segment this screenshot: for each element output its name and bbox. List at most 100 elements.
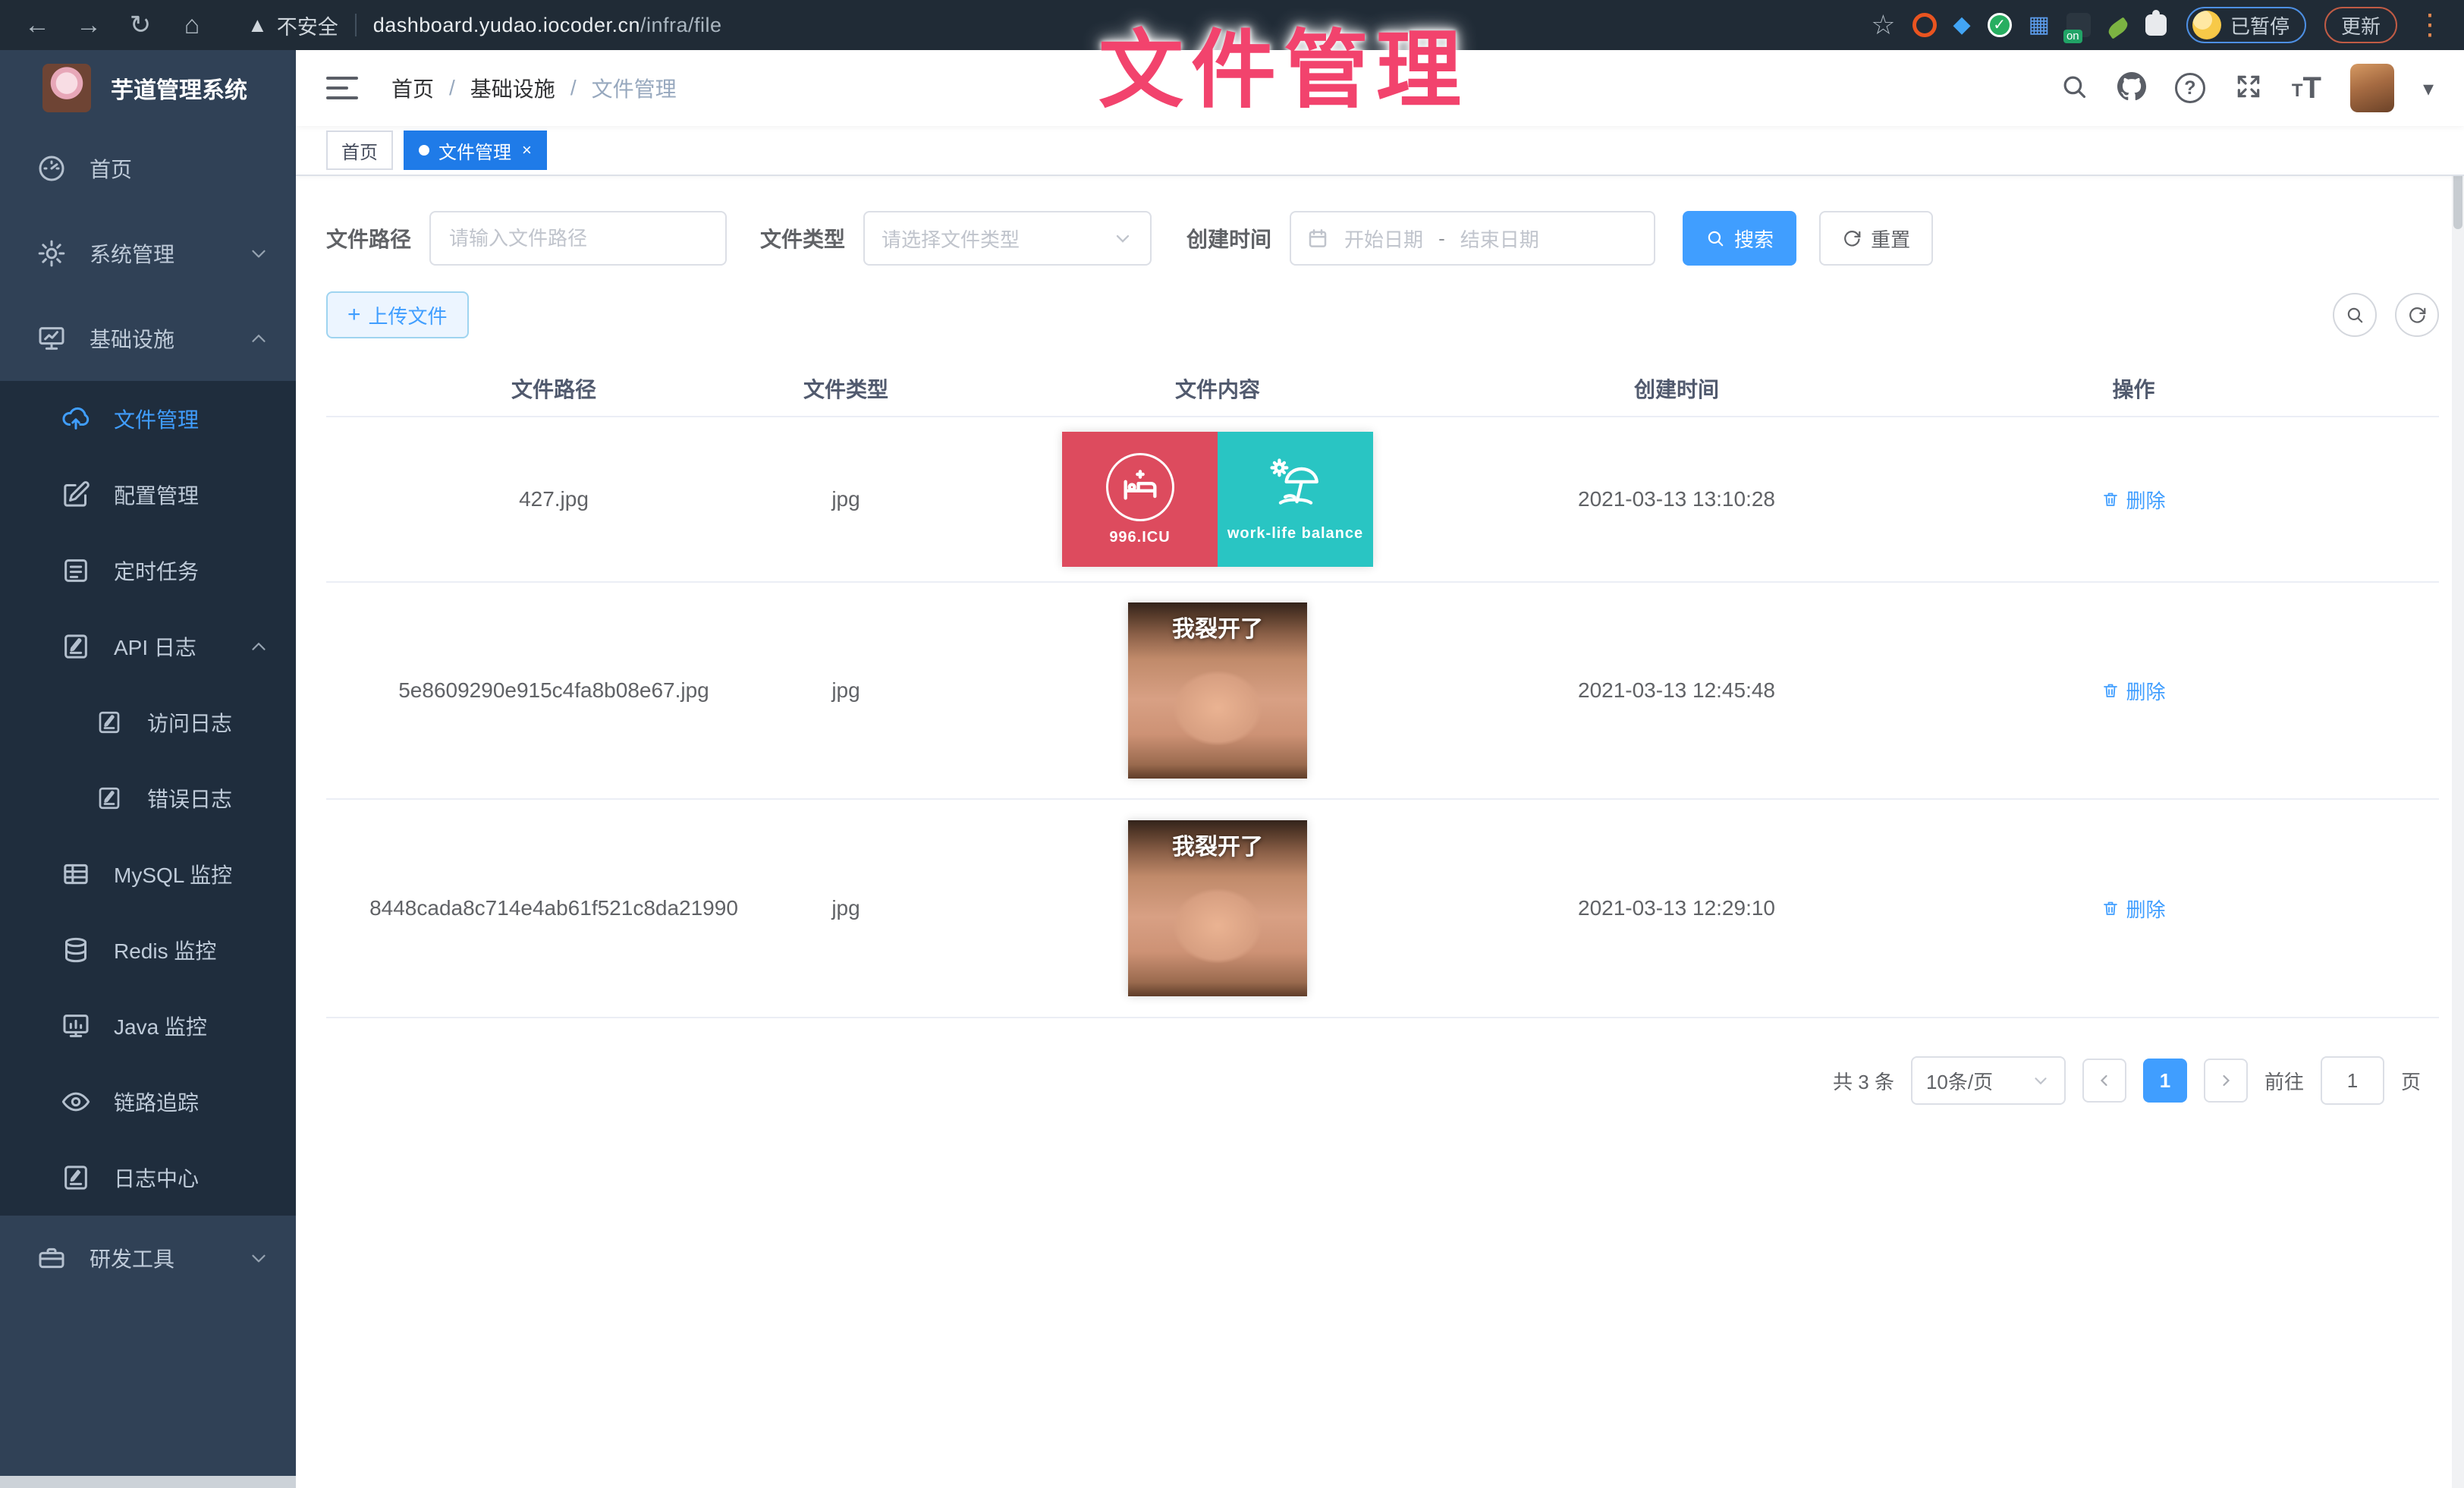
font-size-icon[interactable]: TT	[2292, 71, 2321, 105]
user-menu-caret-icon[interactable]: ▾	[2423, 76, 2434, 101]
pagination: 共 3 条 10条/页 1	[326, 1056, 2439, 1105]
extension-grid-icon[interactable]: ▦	[2029, 13, 2050, 37]
address-bar[interactable]: dashboard.yudao.iocoder.cn/infra/file	[373, 14, 722, 37]
cell-file-path: 427.jpg	[326, 487, 781, 511]
sidebar-item-label: 错误日志	[147, 783, 232, 813]
site-security-chip[interactable]: ▲ 不安全	[247, 11, 338, 40]
sidebar-item-API 日志[interactable]: API 日志	[0, 609, 296, 684]
extensions-row: ◆ ✓ ▦	[1912, 13, 2167, 37]
reset-button[interactable]: 重置	[1819, 211, 1933, 266]
prev-page-button[interactable]	[2082, 1059, 2126, 1103]
upload-file-button[interactable]: + 上传文件	[326, 291, 469, 338]
cell-file-content: 我裂开了	[910, 820, 1525, 996]
extensions-puzzle-icon[interactable]	[2145, 14, 2167, 36]
page-size-select[interactable]: 10条/页	[1911, 1056, 2066, 1105]
breadcrumb-home[interactable]: 首页	[391, 73, 434, 103]
toggle-search-button[interactable]	[2333, 293, 2377, 337]
current-page-button[interactable]: 1	[2143, 1059, 2187, 1103]
sidebar-item-配置管理[interactable]: 配置管理	[0, 457, 296, 533]
browser-forward-icon[interactable]: →	[65, 0, 112, 50]
delete-button[interactable]: 删除	[2101, 895, 2165, 923]
browser-home-icon[interactable]: ⌂	[168, 0, 215, 50]
trash-icon	[2101, 681, 2120, 700]
next-page-button[interactable]	[2204, 1059, 2248, 1103]
sidebar-item-label: Java 监控	[114, 1011, 207, 1041]
cell-file-path: 8448cada8c714e4ab61f521c8da21990	[326, 896, 781, 920]
breadcrumb-infra[interactable]: 基础设施	[470, 73, 555, 103]
extension-vpn-on-icon[interactable]	[2066, 13, 2091, 37]
chevron-down-icon	[1112, 228, 1133, 249]
bookmark-star-icon[interactable]: ☆	[1871, 9, 1895, 41]
sidebar-item-label: 配置管理	[114, 480, 199, 510]
delete-button[interactable]: 删除	[2101, 677, 2165, 705]
active-tag-dot	[419, 145, 429, 156]
browser-update-button[interactable]: 更新	[2324, 7, 2397, 43]
sidebar-item-label: 定时任务	[114, 555, 199, 586]
calendar-icon	[1306, 227, 1329, 250]
sidebar-item-Java 监控[interactable]: Java 监控	[0, 988, 296, 1064]
breadcrumb-current: 文件管理	[592, 73, 677, 103]
sidebar-item-系统管理[interactable]: 系统管理	[0, 211, 296, 296]
chevron-down-icon	[247, 1247, 270, 1269]
goto-page-input[interactable]	[2321, 1056, 2384, 1105]
help-icon[interactable]: ?	[2175, 73, 2205, 103]
sidebar-toggle-hamburger-icon[interactable]	[326, 77, 358, 99]
sidebar-item-链路追踪[interactable]: 链路追踪	[0, 1064, 296, 1140]
vertical-scrollbar[interactable]	[2452, 50, 2464, 1488]
sidebar-item-label: 文件管理	[114, 404, 199, 434]
banner-left-text: 996.ICU	[1109, 529, 1170, 546]
sidebar-item-日志中心[interactable]: 日志中心	[0, 1140, 296, 1216]
sidebar-item-文件管理[interactable]: 文件管理	[0, 381, 296, 457]
date-range-picker[interactable]: 开始日期 - 结束日期	[1290, 211, 1655, 266]
user-avatar[interactable]	[2350, 64, 2394, 112]
sidebar-item-Redis 监控[interactable]: Redis 监控	[0, 912, 296, 988]
extension-ubuntu-icon[interactable]	[1912, 13, 1937, 37]
sidebar-item-定时任务[interactable]: 定时任务	[0, 533, 296, 609]
redis-icon	[59, 933, 93, 967]
horizontal-scrollbar[interactable]	[0, 1476, 296, 1488]
refresh-table-button[interactable]	[2395, 293, 2439, 337]
fullscreen-icon[interactable]	[2234, 72, 2263, 105]
tag-file-management[interactable]: 文件管理 ×	[404, 131, 547, 170]
banner-right-text: work-life balance	[1227, 525, 1363, 543]
sidebar-item-label: 首页	[90, 153, 132, 184]
sidebar-header[interactable]: 芋道管理系统	[0, 50, 296, 126]
cell-created-time: 2021-03-13 12:29:10	[1525, 896, 1828, 920]
file-type-select[interactable]: 请选择文件类型	[863, 211, 1152, 266]
file-path-input[interactable]	[429, 211, 727, 266]
browser-reload-icon[interactable]: ↻	[117, 0, 164, 50]
page-unit-label: 页	[2401, 1067, 2421, 1095]
tools-icon	[35, 1241, 68, 1275]
sidebar-item-首页[interactable]: 首页	[0, 126, 296, 211]
sidebar-item-访问日志[interactable]: 访问日志	[0, 684, 296, 760]
browser-back-icon[interactable]: ←	[14, 0, 61, 50]
divider	[355, 14, 357, 36]
sidebar-item-基础设施[interactable]: 基础设施	[0, 296, 296, 381]
file-preview-baby-meme[interactable]: 我裂开了	[1128, 602, 1307, 779]
tag-home[interactable]: 首页	[326, 131, 393, 170]
chevron-up-icon	[247, 635, 270, 658]
app: 芋道管理系统 首页系统管理基础设施文件管理配置管理定时任务API 日志访问日志错…	[0, 50, 2464, 1488]
hospital-bed-icon	[1106, 453, 1174, 521]
log-icon	[93, 782, 126, 815]
extension-gem-icon[interactable]: ◆	[1953, 13, 1971, 37]
sidebar-item-MySQL 监控[interactable]: MySQL 监控	[0, 836, 296, 912]
sidebar-item-错误日志[interactable]: 错误日志	[0, 760, 296, 836]
extension-leaf-icon[interactable]	[2106, 17, 2130, 39]
file-preview-996-banner[interactable]: 996.ICU work-life balance	[1062, 432, 1373, 567]
breadcrumb-separator: /	[570, 76, 577, 100]
github-icon[interactable]	[2117, 72, 2146, 105]
browser-menu-kebab-icon[interactable]: ⋮	[2409, 0, 2450, 50]
search-icon[interactable]	[2060, 72, 2088, 105]
file-preview-baby-meme[interactable]: 我裂开了	[1128, 820, 1307, 996]
profile-paused-pill[interactable]: 已暂停	[2186, 7, 2306, 43]
delete-button[interactable]: 删除	[2101, 486, 2165, 514]
sidebar-item-研发工具[interactable]: 研发工具	[0, 1216, 296, 1301]
extension-check-icon[interactable]: ✓	[1988, 13, 2012, 37]
update-label: 更新	[2341, 11, 2381, 39]
app-logo	[42, 64, 91, 112]
banner-right-panel: work-life balance	[1218, 432, 1373, 567]
tag-close-icon[interactable]: ×	[522, 140, 532, 160]
search-button[interactable]: 搜索	[1683, 211, 1796, 266]
security-label: 不安全	[277, 11, 338, 40]
